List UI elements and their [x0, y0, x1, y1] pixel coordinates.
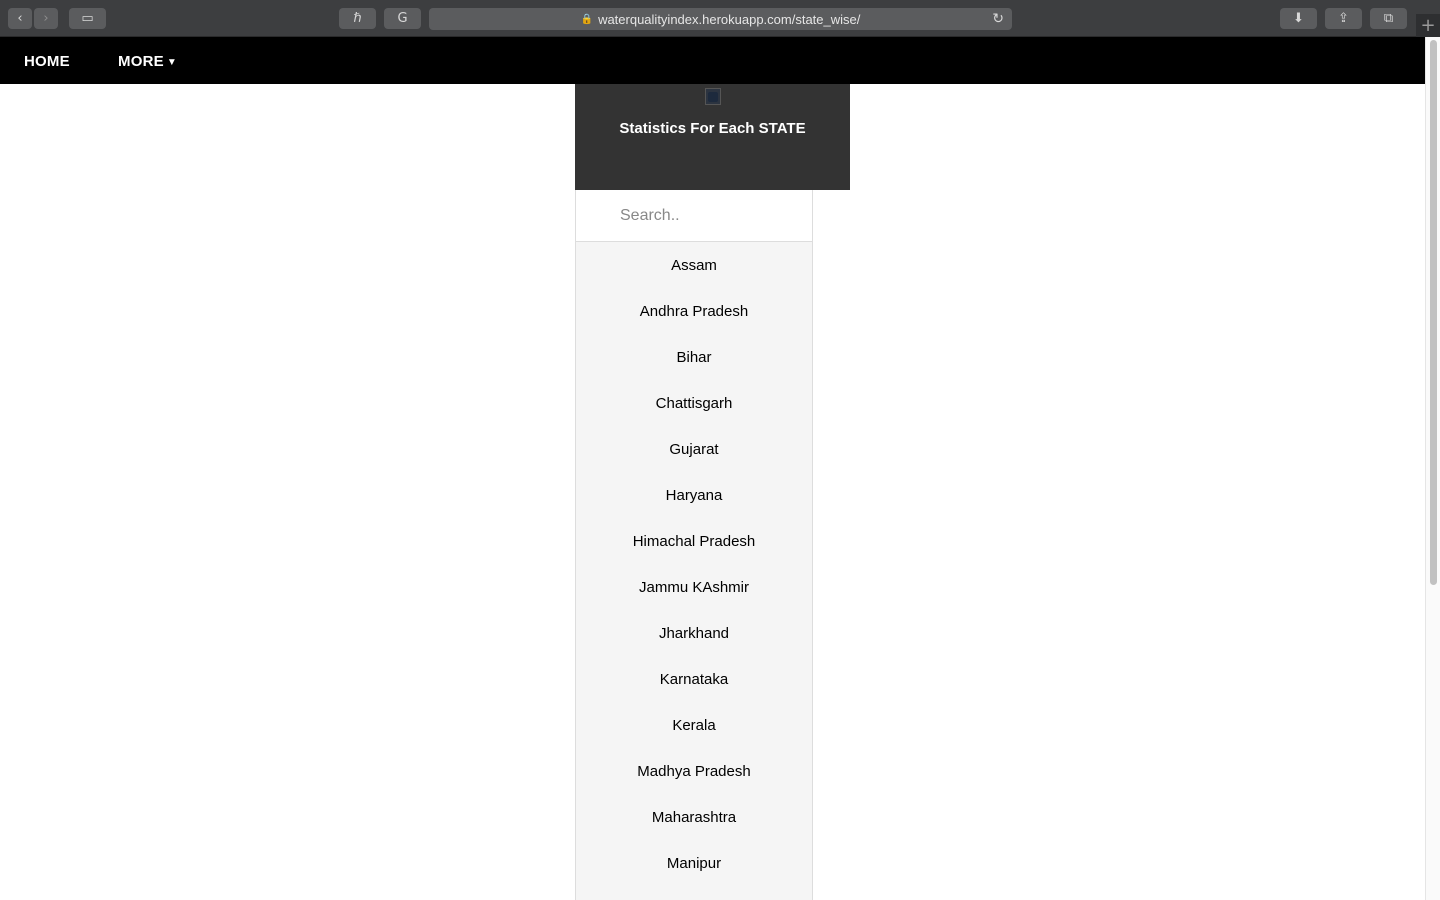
new-tab-button[interactable]: + [1416, 14, 1440, 37]
state-item[interactable]: Kerala [576, 702, 812, 748]
reload-icon[interactable]: ↻ [992, 10, 1004, 27]
lock-icon: 🔒 [580, 13, 594, 25]
page-title: Statistics For Each STATE [619, 120, 806, 137]
browser-toolbar: ‹ › ▭ ℏ G 🔒 waterqualityindex.herokuapp.… [0, 0, 1440, 37]
caret-down-icon: ▼ [166, 57, 177, 68]
back-button[interactable]: ‹ [8, 8, 32, 29]
state-item[interactable]: Bihar [576, 334, 812, 380]
statistics-header: Statistics For Each STATE [575, 84, 850, 190]
tab-overview-icon[interactable]: ⧉ [1370, 8, 1407, 29]
url-text: waterqualityindex.herokuapp.com/state_wi… [598, 11, 861, 27]
state-item[interactable]: Assam [576, 242, 812, 288]
state-item[interactable]: Himachal Pradesh [576, 518, 812, 564]
address-bar[interactable]: 🔒 waterqualityindex.herokuapp.com/state_… [429, 8, 1012, 30]
nav-home-link[interactable]: HOME [24, 53, 70, 70]
page-scrollbar[interactable] [1425, 37, 1440, 900]
state-item[interactable]: Andhra Pradesh [576, 288, 812, 334]
state-item[interactable]: Maharashtra [576, 794, 812, 840]
state-item[interactable]: Jammu KAshmir [576, 564, 812, 610]
state-item[interactable]: Jharkhand [576, 610, 812, 656]
state-item[interactable]: Chattisgarh [576, 380, 812, 426]
state-item[interactable]: Gujarat [576, 426, 812, 472]
forward-button[interactable]: › [34, 8, 58, 29]
state-item[interactable]: Madhya Pradesh [576, 748, 812, 794]
grammarly-icon[interactable]: G [384, 8, 421, 29]
scrollbar-thumb[interactable] [1430, 40, 1437, 585]
nav-more-dropdown[interactable]: MORE ▼ [118, 53, 177, 70]
site-navbar: HOME MORE ▼ [0, 37, 1425, 84]
share-icon[interactable]: ⇪ [1325, 8, 1362, 29]
state-item[interactable]: Manipur [576, 840, 812, 886]
state-list: Assam Andhra Pradesh Bihar Chattisgarh G… [576, 242, 812, 886]
state-list-panel: Assam Andhra Pradesh Bihar Chattisgarh G… [575, 190, 813, 900]
nav-more-label: MORE [118, 53, 164, 70]
state-item[interactable]: Haryana [576, 472, 812, 518]
search-input[interactable] [576, 190, 812, 242]
broken-image-icon [705, 88, 721, 105]
sidebar-toggle-icon[interactable]: ▭ [69, 8, 106, 29]
state-item[interactable]: Karnataka [576, 656, 812, 702]
download-icon[interactable]: ⬇ [1280, 8, 1317, 29]
extension-icon[interactable]: ℏ [339, 8, 376, 29]
